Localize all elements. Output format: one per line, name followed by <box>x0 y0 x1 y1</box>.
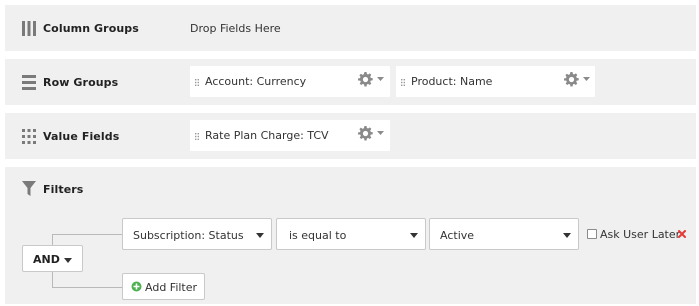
filters-panel: Filters AND Subscription: Status is equa… <box>5 167 696 304</box>
gear-icon[interactable] <box>564 72 579 87</box>
filter-operator-select[interactable]: is equal to <box>276 218 426 250</box>
caret-down-icon <box>563 233 571 238</box>
add-filter-label: Add Filter <box>145 281 198 294</box>
row-field-chip[interactable]: Product: Name <box>396 66 595 97</box>
filter-value-select[interactable]: Active <box>429 218 579 250</box>
logic-operator-dropdown[interactable]: AND <box>22 245 83 272</box>
gear-icon[interactable] <box>358 126 373 141</box>
filter-field-select[interactable]: Subscription: Status <box>122 218 272 250</box>
drag-handle-icon[interactable] <box>195 79 199 86</box>
value-field-chip[interactable]: Rate Plan Charge: TCV <box>190 120 390 151</box>
remove-filter-icon[interactable] <box>678 230 686 238</box>
filters-title: Filters <box>43 183 84 196</box>
grid-icon <box>22 129 36 144</box>
value-fields-title: Value Fields <box>43 130 120 143</box>
drag-handle-icon[interactable] <box>195 133 199 140</box>
filter-value-value: Active <box>440 229 475 242</box>
chevron-down-icon[interactable] <box>377 77 384 81</box>
columns-icon <box>22 21 36 36</box>
ask-user-later-label: Ask User Later <box>600 228 681 241</box>
row-field-chip[interactable]: Account: Currency <box>190 66 390 97</box>
filter-operator-value: is equal to <box>289 229 347 242</box>
drag-handle-icon[interactable] <box>401 79 405 86</box>
row-field-label: Account: Currency <box>205 75 307 88</box>
rows-icon <box>22 75 36 90</box>
value-fields-panel[interactable]: Value Fields Rate Plan Charge: TCV <box>5 113 696 159</box>
row-groups-title: Row Groups <box>43 76 119 89</box>
tree-connector <box>52 272 53 287</box>
add-circle-icon <box>131 281 142 292</box>
caret-down-icon <box>410 233 418 238</box>
tree-connector <box>52 287 122 288</box>
chevron-down-icon[interactable] <box>583 77 590 81</box>
chevron-down-icon[interactable] <box>377 131 384 135</box>
drop-fields-placeholder: Drop Fields Here <box>190 22 281 35</box>
add-filter-button[interactable]: Add Filter <box>122 273 205 300</box>
logic-operator-label: AND <box>33 253 60 266</box>
filter-field-value: Subscription: Status <box>133 229 244 242</box>
column-groups-title: Column Groups <box>43 22 139 35</box>
ask-user-later-checkbox[interactable] <box>587 229 597 239</box>
caret-down-icon <box>64 258 72 263</box>
tree-connector <box>52 234 53 245</box>
column-groups-panel[interactable]: Column Groups Drop Fields Here <box>5 5 696 51</box>
row-groups-panel[interactable]: Row Groups Account: Currency Product: Na… <box>5 59 696 105</box>
funnel-icon <box>22 181 36 196</box>
value-field-label: Rate Plan Charge: TCV <box>205 129 329 142</box>
row-field-label: Product: Name <box>411 75 493 88</box>
gear-icon[interactable] <box>358 72 373 87</box>
tree-connector <box>52 234 122 235</box>
caret-down-icon <box>256 233 264 238</box>
